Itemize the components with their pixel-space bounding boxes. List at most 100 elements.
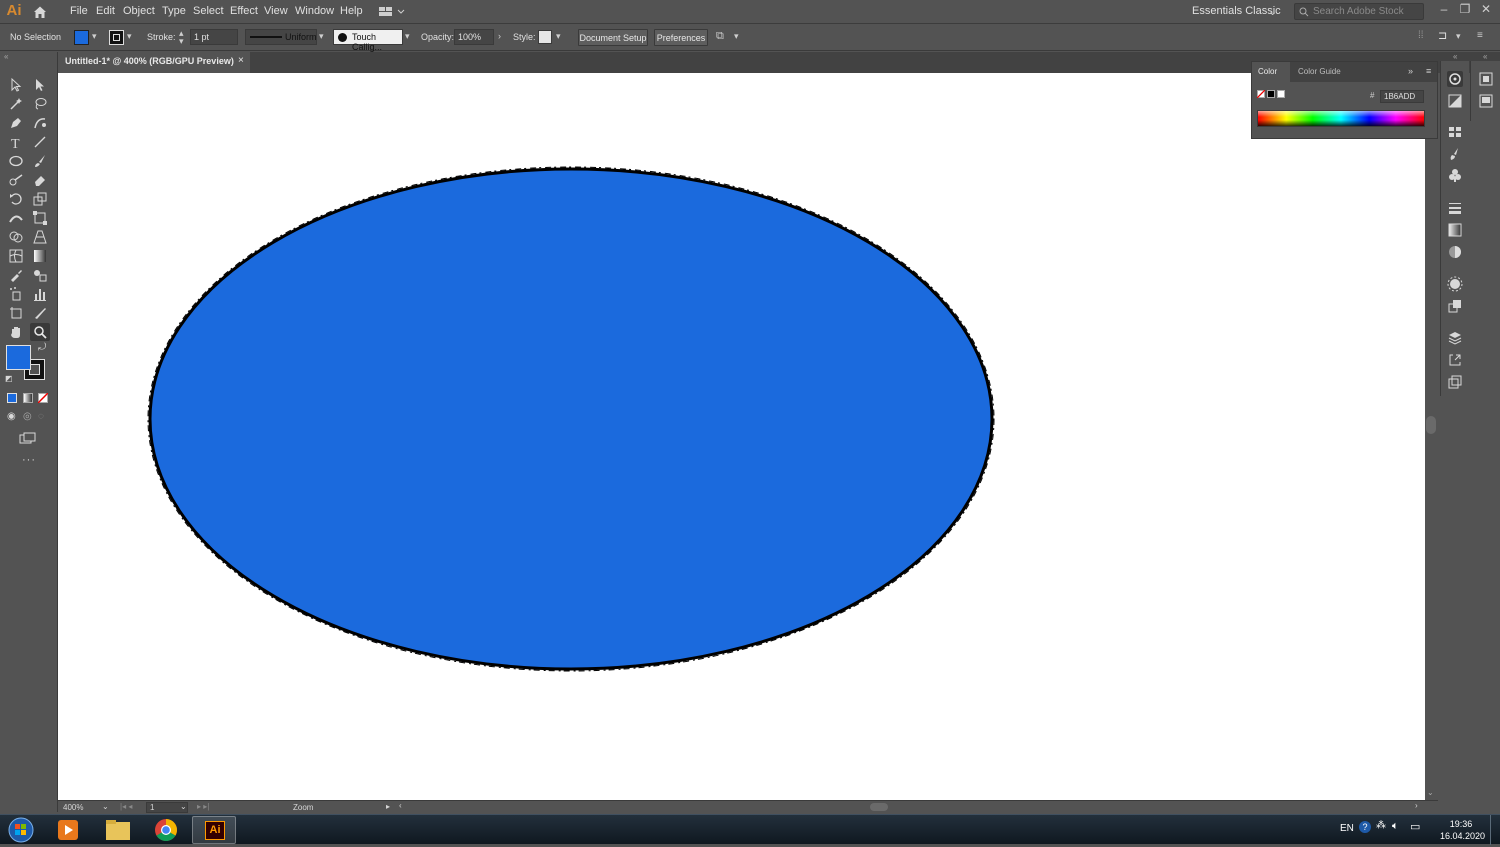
chevron-down-icon[interactable]: ▾ (405, 31, 410, 42)
default-colors-icon[interactable]: ◩ (5, 374, 13, 383)
none-mode-icon[interactable] (38, 393, 48, 403)
chevron-right-icon[interactable]: › (498, 31, 501, 41)
chevron-down-icon[interactable]: ▾ (127, 31, 132, 42)
stroke-stepper-icon[interactable]: ▴ ▾ (179, 29, 184, 46)
paintbrush-tool-icon[interactable] (30, 152, 50, 170)
chevron-down-icon[interactable]: ▾ (1456, 31, 1461, 42)
menu-view[interactable]: View (264, 5, 288, 17)
tab-color[interactable]: Color (1252, 62, 1290, 82)
media-player-icon[interactable] (46, 816, 90, 844)
chrome-icon[interactable] (144, 816, 188, 844)
brushes-icon[interactable] (1447, 146, 1463, 162)
stroke-swatch[interactable] (109, 30, 124, 45)
chevron-down-icon[interactable]: ⌄ (102, 802, 109, 811)
network-icon[interactable]: ⁂ (1376, 820, 1386, 831)
scroll-left-icon[interactable]: ‹ (399, 801, 402, 810)
chevron-down-icon[interactable]: ▾ (734, 31, 739, 42)
curvature-tool-icon[interactable] (30, 114, 50, 132)
close-tab-icon[interactable]: × (238, 55, 244, 66)
ellipse-tool-icon[interactable] (6, 152, 26, 170)
swap-colors-icon[interactable]: ⤾ (38, 342, 46, 353)
eraser-tool-icon[interactable] (30, 171, 50, 189)
magic-wand-tool-icon[interactable] (6, 95, 26, 113)
color-spectrum-bar[interactable] (1257, 110, 1425, 127)
shape-builder-tool-icon[interactable] (6, 228, 26, 246)
collapse-panel-icon[interactable]: » (1408, 66, 1413, 76)
libraries-icon[interactable] (1478, 93, 1494, 109)
illustrator-taskbar-icon[interactable]: Ai (192, 816, 236, 844)
transparency-icon[interactable] (1447, 244, 1463, 260)
minimize-icon[interactable]: – (1434, 2, 1454, 18)
stroke-panel-icon[interactable] (1447, 200, 1463, 216)
color-panel-icon[interactable] (1447, 71, 1463, 87)
chevron-down-icon[interactable]: ⌄ (180, 802, 187, 811)
chevron-down-icon[interactable]: ▾ (92, 31, 97, 42)
preferences-button[interactable]: Preferences (654, 29, 708, 46)
language-indicator[interactable]: EN (1340, 823, 1354, 834)
gradient-tool-icon[interactable] (30, 247, 50, 265)
maximize-icon[interactable]: ❐ (1455, 2, 1475, 18)
perspective-grid-tool-icon[interactable] (30, 228, 50, 246)
black-swatch[interactable] (1267, 90, 1275, 98)
close-window-icon[interactable]: ✕ (1476, 2, 1496, 18)
draw-normal-icon[interactable]: ◉ (7, 411, 16, 422)
chevron-down-icon[interactable]: ▾ (556, 31, 561, 42)
menu-window[interactable]: Window (295, 5, 334, 17)
grid-icon[interactable]: ⁞⁞ (1418, 30, 1424, 41)
graphic-styles-icon[interactable] (1447, 298, 1463, 314)
line-segment-tool-icon[interactable] (30, 133, 50, 151)
white-swatch[interactable] (1277, 90, 1285, 98)
shaper-tool-icon[interactable] (6, 171, 26, 189)
last-artboard-icon[interactable]: ▸ ▸| (197, 802, 209, 811)
artboard-canvas[interactable] (58, 73, 1425, 800)
first-artboard-icon[interactable]: |◂ ◂ (120, 802, 132, 811)
panel-toggle-icon[interactable]: ⊐ (1438, 29, 1447, 42)
properties-icon[interactable] (1478, 71, 1494, 87)
mesh-tool-icon[interactable] (6, 247, 26, 265)
type-tool-icon[interactable]: T (6, 133, 26, 152)
scroll-right-icon[interactable]: › (1415, 801, 1418, 810)
arrange-icon[interactable]: ⧉ (716, 30, 724, 43)
scale-tool-icon[interactable] (30, 190, 50, 208)
symbol-sprayer-tool-icon[interactable] (6, 285, 26, 303)
layers-icon[interactable] (1447, 330, 1463, 346)
screen-mode-icon[interactable] (19, 432, 37, 444)
gradient-mode-icon[interactable] (23, 393, 33, 403)
more-tools-icon[interactable]: ··· (22, 454, 36, 466)
search-stock-input[interactable]: Search Adobe Stock (1294, 3, 1424, 20)
width-tool-icon[interactable] (6, 209, 26, 227)
help-icon[interactable]: ? (1359, 821, 1371, 833)
symbols-icon[interactable] (1447, 167, 1463, 183)
fill-swatch[interactable] (74, 30, 89, 45)
vertical-scrollbar[interactable]: ⌄ (1425, 73, 1438, 800)
document-tab[interactable]: Untitled-1* @ 400% (RGB/GPU Preview) × (58, 52, 250, 73)
draw-inside-icon[interactable]: ◌ (38, 411, 44, 422)
blue-ellipse-shape[interactable] (148, 167, 994, 671)
hand-tool-icon[interactable] (6, 323, 26, 341)
artboards-icon[interactable] (1447, 374, 1463, 390)
direct-selection-tool-icon[interactable] (30, 76, 50, 94)
none-swatch[interactable] (1257, 90, 1265, 98)
status-menu-arrow-icon[interactable]: ▸ (386, 802, 390, 811)
appearance-icon[interactable] (1447, 276, 1463, 292)
arrange-documents-icon[interactable] (378, 5, 406, 19)
free-transform-tool-icon[interactable] (30, 209, 50, 227)
menu-help[interactable]: Help (340, 5, 363, 17)
lasso-tool-icon[interactable] (30, 95, 50, 113)
stroke-profile-select[interactable]: Uniform (245, 29, 317, 45)
volume-icon[interactable]: 🔈︎ (1392, 820, 1399, 833)
file-explorer-icon[interactable] (96, 816, 140, 844)
export-icon[interactable] (1447, 352, 1463, 368)
menu-select[interactable]: Select (193, 5, 224, 17)
draw-behind-icon[interactable]: ◎ (23, 411, 32, 422)
scroll-down-icon[interactable]: ⌄ (1427, 788, 1434, 797)
panel-menu-icon[interactable]: ≡ (1426, 66, 1431, 76)
home-icon[interactable] (32, 4, 48, 20)
opacity-field[interactable]: 100% (454, 29, 494, 45)
menu-edit[interactable]: Edit (96, 5, 115, 17)
system-clock[interactable]: 19:36 16.04.2020 (1440, 818, 1485, 842)
collapse-icon[interactable]: « (1453, 52, 1457, 61)
vertical-scroll-thumb[interactable] (1426, 416, 1436, 434)
collapse-icon[interactable]: « (1483, 52, 1487, 61)
column-graph-tool-icon[interactable] (30, 285, 50, 303)
